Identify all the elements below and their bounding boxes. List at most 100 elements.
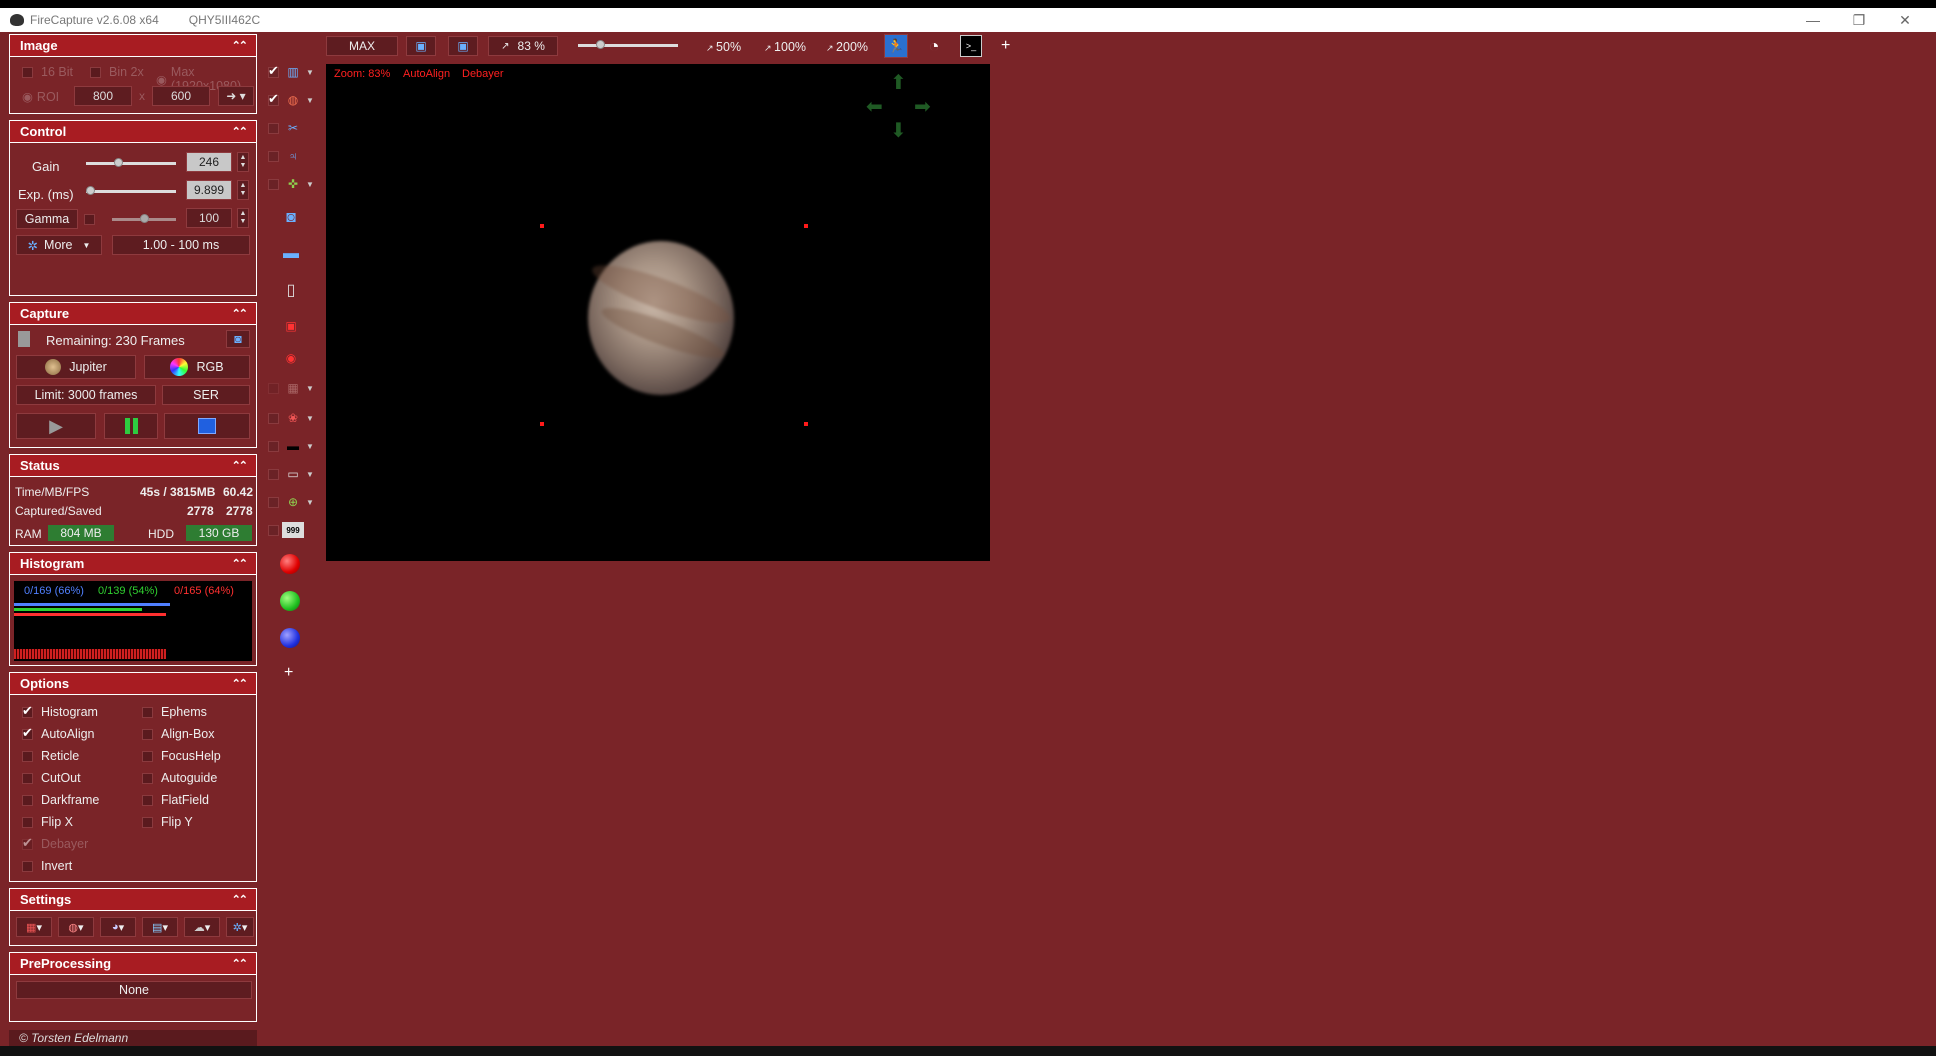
green-channel-icon[interactable] xyxy=(280,591,300,611)
ephems-tool-icon[interactable]: ♃ xyxy=(284,148,302,164)
maximize-button[interactable]: ❐ xyxy=(1836,8,1882,32)
option-checkbox[interactable] xyxy=(142,750,153,762)
gain-slider[interactable] xyxy=(86,162,176,165)
option-checkbox[interactable] xyxy=(142,706,153,718)
radio-icon[interactable]: ◉ xyxy=(22,89,33,104)
cutout-tool-icon[interactable]: ✂ xyxy=(284,120,302,136)
stop-capture-button[interactable] xyxy=(164,413,250,439)
pause-capture-button[interactable] xyxy=(104,413,158,439)
image-panel-header[interactable]: Image ⌃⌃ xyxy=(10,35,256,57)
option-checkbox[interactable] xyxy=(22,750,33,762)
bin-checkbox[interactable] xyxy=(90,66,101,78)
option-darkframe[interactable]: Darkframe xyxy=(22,793,99,807)
arrow-right-icon[interactable]: ➡ xyxy=(914,94,931,119)
red-channel-icon[interactable] xyxy=(280,554,300,574)
option-checkbox[interactable] xyxy=(22,835,33,851)
chevron-down-icon[interactable]: ▼ xyxy=(306,442,314,451)
snapshot-tool-icon[interactable]: ◙ xyxy=(282,209,300,226)
option-focushelp[interactable]: FocusHelp xyxy=(142,749,221,763)
option-cutout[interactable]: CutOut xyxy=(22,771,81,785)
brightness-tool-icon[interactable]: ▭ xyxy=(284,466,302,482)
zoom-200-button[interactable]: ↗ 200% xyxy=(826,40,868,54)
rgb-align-tool-icon[interactable]: ❀ xyxy=(284,410,302,426)
zoom-slider-thumb[interactable] xyxy=(596,40,605,49)
option-ephems[interactable]: Ephems xyxy=(142,705,207,719)
tool-checkbox[interactable] xyxy=(268,413,279,424)
gain-slider-thumb[interactable] xyxy=(114,158,124,167)
option-checkbox[interactable] xyxy=(22,816,33,828)
folder-icon[interactable]: ▬ xyxy=(282,245,300,262)
camera-preview[interactable]: Zoom: 83% AutoAlign Debayer ⬆ ⬅ ➡ ⬇ xyxy=(326,64,990,561)
options-panel-header[interactable]: Options ⌃⌃ xyxy=(10,673,256,695)
option-checkbox[interactable] xyxy=(22,703,33,719)
option-checkbox[interactable] xyxy=(22,772,33,784)
tool-checkbox[interactable] xyxy=(268,91,279,107)
chevron-down-icon[interactable]: ▼ xyxy=(306,180,314,189)
more-button[interactable]: ✲ More ▼ xyxy=(16,235,102,255)
fit-window-button[interactable]: ▣ xyxy=(406,36,436,56)
trash-icon[interactable]: ▯ xyxy=(282,282,300,299)
format-button[interactable]: SER xyxy=(162,385,250,405)
gamma-value[interactable]: 100 xyxy=(186,208,232,228)
general-settings-button[interactable]: ✲ ▾ xyxy=(226,917,254,937)
limit-button[interactable]: Limit: 3000 frames xyxy=(16,385,156,405)
chevron-down-icon[interactable]: ▼ xyxy=(306,384,314,393)
tool-checkbox[interactable] xyxy=(268,179,279,190)
target-tool-icon[interactable]: ⊕ xyxy=(284,494,302,510)
option-checkbox[interactable] xyxy=(142,794,153,806)
color-settings-button[interactable]: ◕ ▾ xyxy=(100,917,136,937)
blue-channel-icon[interactable] xyxy=(280,628,300,648)
autoguide-tool-icon[interactable]: ✜ xyxy=(284,176,302,192)
control-panel-header[interactable]: Control ⌃⌃ xyxy=(10,121,256,143)
bin-option[interactable]: Bin 2x xyxy=(90,65,144,79)
grid-settings-button[interactable]: ▦ ▾ xyxy=(16,917,52,937)
option-checkbox[interactable] xyxy=(142,728,153,740)
profile-button[interactable]: Jupiter xyxy=(16,355,136,379)
option-flip-x[interactable]: Flip X xyxy=(22,815,73,829)
chevron-down-icon[interactable]: ▼ xyxy=(306,498,314,507)
collapse-icon[interactable]: ⌃⌃ xyxy=(232,557,249,570)
option-flip-y[interactable]: Flip Y xyxy=(142,815,193,829)
zoom-100-button[interactable]: ↗ 100% xyxy=(764,40,806,54)
bit16-checkbox[interactable] xyxy=(22,66,33,78)
arrow-up-icon[interactable]: ⬆ xyxy=(890,70,907,95)
bit16-option[interactable]: 16 Bit xyxy=(22,65,73,79)
camera-icon[interactable]: ◙ xyxy=(226,330,250,348)
collapse-icon[interactable]: ⌃⌃ xyxy=(232,957,249,970)
option-invert[interactable]: Invert xyxy=(22,859,72,873)
chevron-down-icon[interactable]: ▼ xyxy=(306,96,314,105)
histogram-tool-icon[interactable]: ▥ xyxy=(284,64,302,80)
console-icon[interactable]: >_ xyxy=(960,35,982,57)
record-tool-icon[interactable]: ◉ xyxy=(282,350,300,366)
radio-icon[interactable]: ◉ xyxy=(156,72,167,87)
status-panel-header[interactable]: Status ⌃⌃ xyxy=(10,455,256,477)
option-autoalign[interactable]: AutoAlign xyxy=(22,725,95,741)
collapse-icon[interactable]: ⌃⌃ xyxy=(232,677,249,690)
tool-checkbox[interactable] xyxy=(268,63,279,79)
cloud-settings-button[interactable]: ☁ ▾ xyxy=(184,917,220,937)
tool-checkbox[interactable] xyxy=(268,151,279,162)
preprocessing-select[interactable]: None xyxy=(16,981,252,999)
collapse-icon[interactable]: ⌃⌃ xyxy=(232,893,249,906)
capture-panel-header[interactable]: Capture ⌃⌃ xyxy=(10,303,256,325)
zoom-50-button[interactable]: ↗ 50% xyxy=(706,40,741,54)
chevron-down-icon[interactable]: ▼ xyxy=(306,68,314,77)
collapse-icon[interactable]: ⌃⌃ xyxy=(232,125,249,138)
collapse-icon[interactable]: ⌃⌃ xyxy=(232,307,249,320)
zoom-value-field[interactable]: ↗ 83 % xyxy=(488,36,558,56)
gain-value[interactable]: 246 xyxy=(186,152,232,172)
close-button[interactable]: ✕ xyxy=(1882,8,1928,32)
max-button[interactable]: MAX xyxy=(326,36,398,56)
option-autoguide[interactable]: Autoguide xyxy=(142,771,217,785)
chevron-down-icon[interactable]: ▼ xyxy=(306,470,314,479)
option-reticle[interactable]: Reticle xyxy=(22,749,79,763)
histogram-panel-header[interactable]: Histogram ⌃⌃ xyxy=(10,553,256,575)
grid-tool-icon[interactable]: ▦ xyxy=(284,380,302,396)
roi-apply-button[interactable]: ➜ ▾ xyxy=(218,86,254,106)
add-toolbar-button[interactable]: + xyxy=(1001,37,1010,55)
option-checkbox[interactable] xyxy=(22,794,33,806)
exposure-slider[interactable] xyxy=(86,190,176,193)
option-flatfield[interactable]: FlatField xyxy=(142,793,209,807)
settings-panel-header[interactable]: Settings ⌃⌃ xyxy=(10,889,256,911)
exposure-spinner[interactable]: ▲ ▼ xyxy=(237,180,249,200)
